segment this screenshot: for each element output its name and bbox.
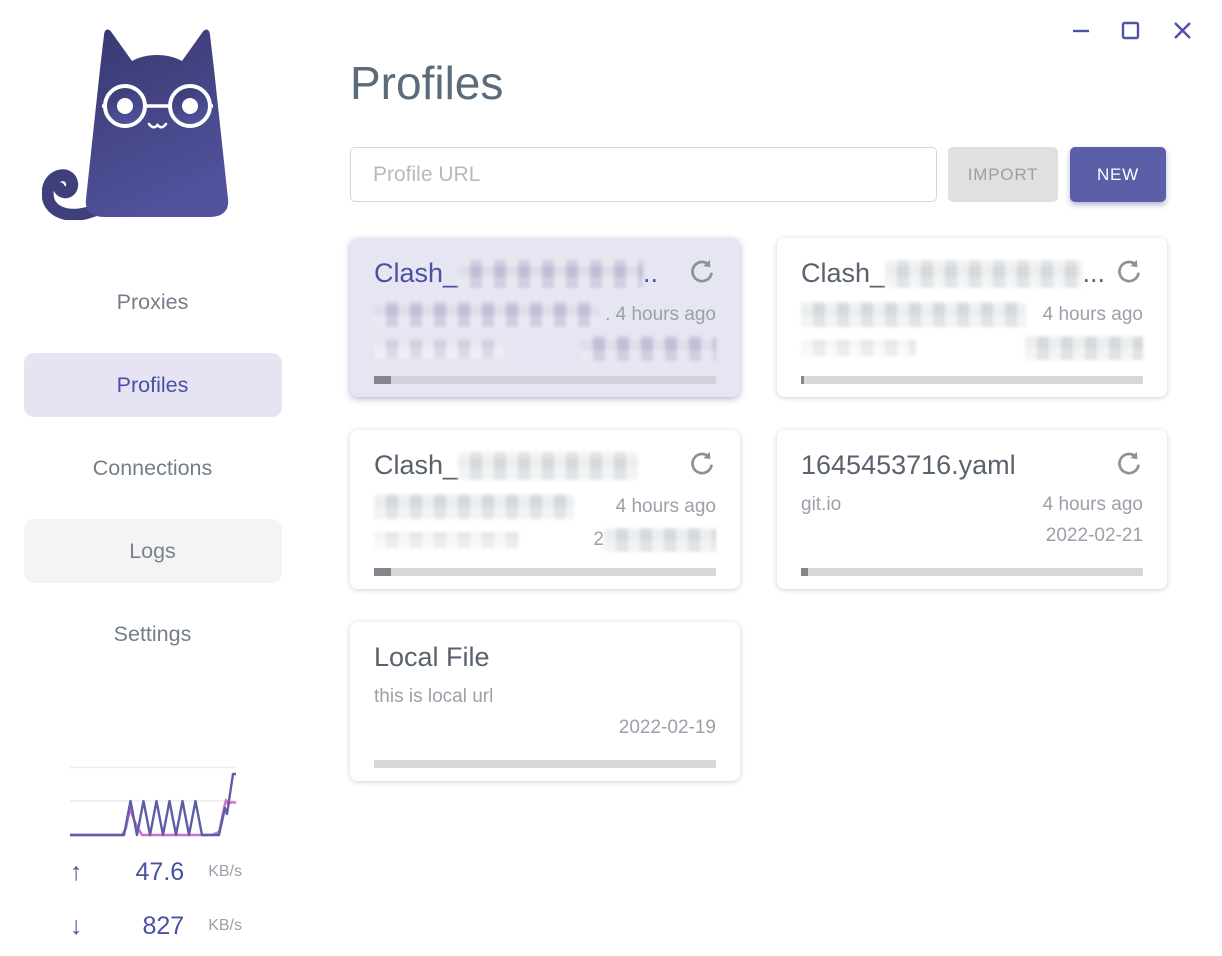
sidebar-item-connections[interactable]: Connections (24, 436, 282, 500)
profile-title: Clash_ .. (374, 258, 659, 288)
expiry-date: 2022-02-21 (1045, 525, 1143, 546)
up-arrow-icon: ↑ (70, 857, 83, 886)
redacted-text (374, 302, 599, 327)
refresh-icon[interactable] (1115, 450, 1143, 478)
expiry-progress-bar (801, 376, 1143, 384)
expiry-progress-bar (374, 376, 716, 384)
updated-time: 4 hours ago (615, 495, 716, 517)
redacted-text (801, 302, 1026, 327)
redacted-text (374, 339, 504, 358)
upload-speed: ↑ 47.6 KB/s (70, 852, 242, 892)
redacted-text (581, 336, 716, 361)
sidebar-item-logs[interactable]: Logs (23, 519, 282, 583)
profile-title: Clash_ (374, 450, 678, 481)
traffic-chart (70, 766, 237, 837)
progress-fill (801, 568, 808, 576)
sidebar-nav: Proxies Profiles Connections Logs Settin… (0, 270, 305, 685)
redacted-text (885, 259, 1083, 288)
expiry-date: 2022-02-19 (618, 717, 716, 738)
profile-url: git.io (801, 494, 842, 515)
refresh-icon[interactable] (1115, 258, 1143, 286)
new-button[interactable]: NEW (1070, 147, 1166, 202)
main-content: Profiles IMPORT NEW Clash_ .. (350, 0, 1222, 956)
import-button[interactable]: IMPORT (948, 147, 1058, 202)
profile-toolbar: IMPORT NEW (350, 147, 1166, 202)
upload-value: 47.6 (135, 857, 185, 886)
profile-title: 1645453716.yaml (801, 450, 1016, 480)
sidebar-item-proxies[interactable]: Proxies (24, 270, 282, 334)
redacted-text (458, 259, 644, 288)
download-speed: ↓ 827 KB/s (70, 906, 242, 946)
profile-card[interactable]: Clash_ ... 4 hours ago (777, 238, 1167, 397)
profile-card-grid: Clash_ .. . 4 hours ago Clash_ ... 4 hou… (350, 238, 1167, 781)
updated-time: 4 hours ago (1042, 303, 1143, 325)
profile-title: Clash_ ... (801, 258, 1105, 288)
progress-fill (801, 376, 805, 384)
traffic-sparkline (70, 764, 237, 840)
expiry-progress-bar (801, 568, 1143, 576)
sidebar-item-settings[interactable]: Settings (24, 602, 282, 666)
updated-time: . 4 hours ago (605, 303, 716, 325)
redacted-text (374, 494, 574, 519)
expiry-date: 2 (593, 529, 604, 550)
download-value: 827 (142, 911, 185, 940)
expiry-progress-bar (374, 568, 716, 576)
app-window: Proxies Profiles Connections Logs Settin… (0, 0, 1222, 956)
download-line (70, 772, 236, 837)
sidebar: Proxies Profiles Connections Logs Settin… (0, 0, 350, 956)
redacted-text (374, 532, 519, 548)
redacted-text (458, 451, 639, 480)
down-arrow-icon: ↓ (70, 911, 83, 940)
progress-fill (374, 376, 392, 384)
download-unit: KB/s (208, 917, 242, 934)
profile-url-input[interactable] (350, 147, 937, 202)
expiry-progress-bar (374, 760, 716, 768)
redacted-text (801, 340, 916, 356)
page-title: Profiles (350, 57, 504, 109)
profile-card[interactable]: Local File this is local url 2022-02-19 (350, 622, 740, 781)
refresh-icon[interactable] (688, 258, 716, 286)
profile-card[interactable]: Clash_ .. . 4 hours ago (350, 238, 740, 397)
profile-card[interactable]: Clash_ 4 hours ago 2 (350, 430, 740, 589)
refresh-icon[interactable] (688, 450, 716, 478)
profile-title: Local File (374, 642, 490, 672)
upload-unit: KB/s (208, 863, 242, 880)
profile-url: this is local url (374, 686, 494, 707)
profile-card[interactable]: 1645453716.yaml git.io 4 hours ago 2022-… (777, 430, 1167, 589)
updated-time: 4 hours ago (1042, 494, 1143, 515)
redacted-text (1025, 336, 1143, 360)
sidebar-item-profiles[interactable]: Profiles (23, 353, 282, 417)
clash-cat-logo (42, 29, 229, 220)
redacted-text (604, 528, 716, 552)
progress-fill (374, 568, 392, 576)
